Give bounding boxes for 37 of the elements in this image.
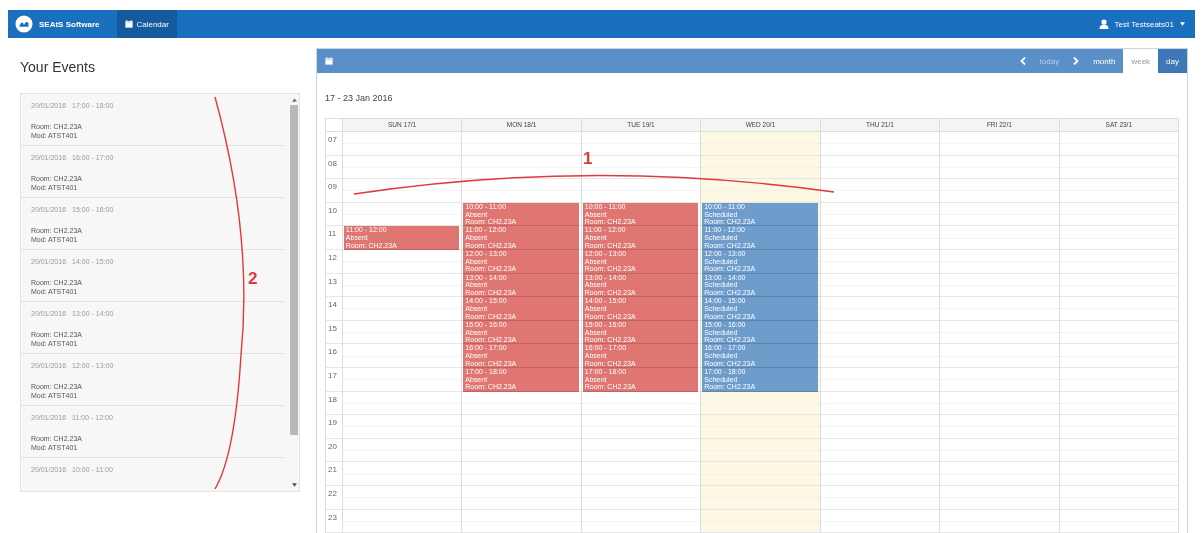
hour-label: 23 xyxy=(326,509,342,533)
hour-label: 19 xyxy=(326,415,342,439)
nav-tab[interactable]: Calendar xyxy=(117,10,177,38)
hour-label: 11 xyxy=(326,226,342,250)
hour-label: 15 xyxy=(326,320,342,345)
previous-icon[interactable] xyxy=(1019,57,1026,65)
hour-label: 20 xyxy=(326,438,342,463)
brand-name[interactable]: SEAtS Software xyxy=(39,19,100,29)
logo-icon xyxy=(15,15,33,33)
scroll-down-icon[interactable] xyxy=(291,483,297,487)
scroll-up-icon[interactable] xyxy=(291,98,297,102)
user-menu[interactable]: Test Testseats01 xyxy=(1098,19,1195,29)
next-icon[interactable] xyxy=(1073,57,1080,65)
hour-label: 17 xyxy=(326,367,342,392)
caret-icon xyxy=(1180,22,1185,26)
view-tab[interactable]: day xyxy=(1158,49,1187,73)
view-tab[interactable]: week xyxy=(1123,49,1159,73)
view-tab[interactable]: month xyxy=(1085,49,1124,73)
hour-label: 08 xyxy=(326,155,342,180)
calendar-icon xyxy=(325,57,333,65)
scroll-thumb[interactable] xyxy=(290,105,298,435)
date-range-title: 17 - 23 Jan 2016 xyxy=(325,93,394,105)
hour-label: 09 xyxy=(326,179,342,203)
hour-label: 21 xyxy=(326,462,342,486)
annotation-number: 1 xyxy=(583,150,593,167)
hour-label: 07 xyxy=(326,132,342,156)
hour-label: 13 xyxy=(326,273,342,298)
hour-label: 12 xyxy=(326,249,342,274)
hour-label: 18 xyxy=(326,391,342,416)
hour-label: 14 xyxy=(326,297,342,321)
panel-title: Your Events xyxy=(20,59,96,77)
user-icon xyxy=(1098,19,1109,29)
hour-label: 22 xyxy=(326,485,342,510)
hour-label: 16 xyxy=(326,344,342,368)
annotation-number: 2 xyxy=(248,270,258,287)
calendar-icon xyxy=(125,20,134,28)
hour-label: 10 xyxy=(326,202,342,227)
